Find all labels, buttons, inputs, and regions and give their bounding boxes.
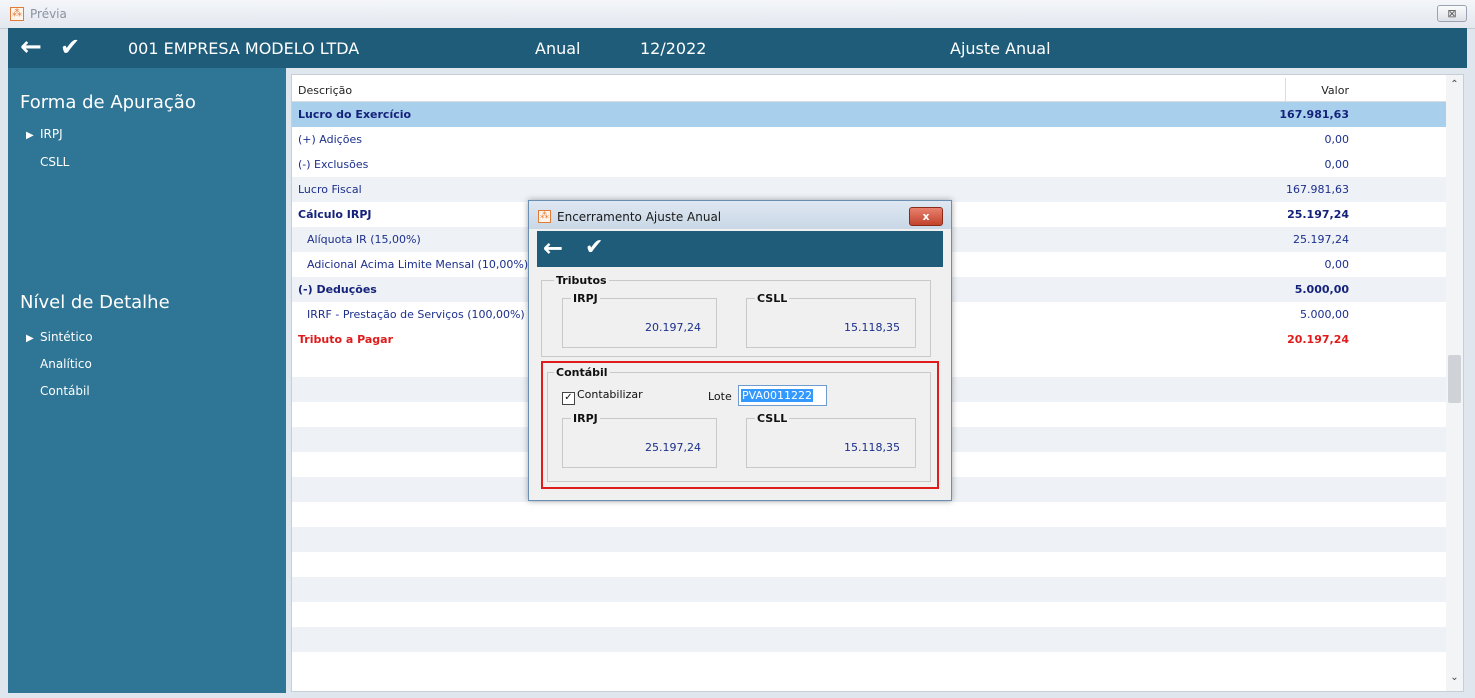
- contabil-irpj-label: IRPJ: [571, 412, 600, 425]
- row-value: 25.197,24: [1293, 233, 1349, 246]
- tributos-irpj-value: 20.197,24: [645, 321, 701, 334]
- encerramento-dialog: ⁂ Encerramento Ajuste Anual x ← ✔ Tribut…: [528, 200, 952, 501]
- triangle-right-icon: ▶: [26, 130, 34, 141]
- tributos-irpj-label: IRPJ: [571, 292, 600, 305]
- sidebar-item-label: CSLL: [40, 155, 70, 169]
- row-description: Cálculo IRPJ: [298, 208, 372, 221]
- contabil-csll-value: 15.118,35: [844, 441, 900, 454]
- row-description: (+) Adições: [298, 133, 362, 146]
- tributos-title: Tributos: [554, 274, 609, 287]
- row-description: Tributo a Pagar: [298, 333, 394, 346]
- row-value: 167.981,63: [1286, 183, 1349, 196]
- confirm-checkmark-icon[interactable]: ✔: [60, 34, 80, 60]
- sidebar-item-irpj[interactable]: ▶ IRPJ: [26, 127, 63, 141]
- dialog-title: Encerramento Ajuste Anual: [557, 210, 722, 224]
- confirm-checkmark-icon[interactable]: ✔: [585, 236, 603, 260]
- row-value: 20.197,24: [1287, 333, 1349, 346]
- row-description: (-) Exclusões: [298, 158, 369, 171]
- row-value: 5.000,00: [1294, 283, 1349, 296]
- row-description: Lucro Fiscal: [298, 183, 362, 196]
- table-row[interactable]: (-) Exclusões 0,00: [292, 152, 1447, 177]
- nivel-detalhe-heading: Nível de Detalhe: [20, 292, 170, 313]
- window-title: Prévia: [30, 7, 67, 21]
- tributos-csll-label: CSLL: [755, 292, 790, 305]
- lote-input-value: PVA0011222: [741, 389, 813, 402]
- dialog-close-button[interactable]: x: [909, 207, 943, 226]
- tributos-irpj-box: IRPJ 20.197,24: [562, 292, 717, 348]
- sidebar-item-contabil[interactable]: Contábil: [40, 384, 90, 398]
- tributos-csll-value: 15.118,35: [844, 321, 900, 334]
- contabilizar-checkbox[interactable]: ✓ Contabilizar: [562, 388, 643, 405]
- sidebar-item-label: Sintético: [40, 330, 93, 344]
- sidebar: Forma de Apuração ▶ IRPJ CSLL Nível de De…: [8, 68, 286, 693]
- row-description: Lucro do Exercício: [298, 108, 412, 121]
- empty-row: [292, 577, 1447, 602]
- contabil-title: Contábil: [554, 366, 610, 379]
- window-close-button[interactable]: ⊠: [1437, 5, 1467, 22]
- row-value: 0,00: [1324, 133, 1350, 146]
- row-description: Adicional Acima Limite Mensal (10,00%): [307, 258, 529, 271]
- back-arrow-icon[interactable]: ←: [20, 34, 42, 60]
- sidebar-item-csll[interactable]: CSLL: [40, 155, 69, 169]
- sidebar-item-label: Analítico: [40, 357, 92, 371]
- sidebar-item-sintetico[interactable]: ▶ Sintético: [26, 330, 93, 344]
- row-value: 0,00: [1324, 258, 1350, 271]
- row-value: 5.000,00: [1300, 308, 1349, 321]
- grid-header: Descrição Valor: [292, 78, 1447, 102]
- row-value: 0,00: [1324, 158, 1350, 171]
- contabil-csll-label: CSLL: [755, 412, 790, 425]
- app-icon: ⁂: [538, 210, 551, 223]
- row-value: 25.197,24: [1287, 208, 1349, 221]
- contabilizar-label: Contabilizar: [577, 388, 643, 401]
- app-icon: ⁂: [10, 7, 24, 21]
- company-name: 001 EMPRESA MODELO LTDA: [128, 39, 360, 58]
- mode-label: Ajuste Anual: [950, 39, 1051, 58]
- window-titlebar: ⁂ Prévia ⊠: [0, 0, 1475, 29]
- vertical-scrollbar[interactable]: ⌃ ⌄: [1446, 74, 1464, 692]
- row-description: IRRF - Prestação de Serviços (100,00%): [307, 308, 525, 321]
- column-header-descricao[interactable]: Descrição: [298, 84, 352, 97]
- sidebar-item-analitico[interactable]: Analítico: [40, 357, 92, 371]
- scrollbar-thumb[interactable]: [1448, 355, 1461, 403]
- back-arrow-icon[interactable]: ←: [543, 236, 563, 260]
- table-row[interactable]: (+) Adições 0,00: [292, 127, 1447, 152]
- dialog-titlebar: ⁂ Encerramento Ajuste Anual x: [529, 201, 951, 229]
- chevron-down-icon[interactable]: ⌄: [1446, 672, 1463, 683]
- main-header: ← ✔ 001 EMPRESA MODELO LTDA Anual 12/202…: [8, 28, 1467, 68]
- row-description: (-) Deduções: [298, 283, 377, 296]
- table-row[interactable]: Lucro do Exercício 167.981,63: [292, 102, 1447, 127]
- sidebar-item-label: IRPJ: [40, 127, 63, 141]
- forma-apuracao-heading: Forma de Apuração: [20, 92, 196, 113]
- chevron-up-icon[interactable]: ⌃: [1446, 79, 1463, 90]
- contabil-irpj-box: IRPJ 25.197,24: [562, 412, 717, 468]
- sidebar-item-label: Contábil: [40, 384, 90, 398]
- column-divider: [1285, 78, 1286, 101]
- row-description: Alíquota IR (15,00%): [307, 233, 421, 246]
- empty-row: [292, 627, 1447, 652]
- checkmark-icon[interactable]: ✓: [562, 392, 575, 405]
- column-header-valor[interactable]: Valor: [1321, 84, 1349, 97]
- lote-label: Lote: [708, 390, 732, 403]
- contabil-irpj-value: 25.197,24: [645, 441, 701, 454]
- empty-row: [292, 527, 1447, 552]
- period-type: Anual: [535, 39, 581, 58]
- tributos-csll-box: CSLL 15.118,35: [746, 292, 916, 348]
- row-value: 167.981,63: [1279, 108, 1349, 121]
- dialog-toolbar: ← ✔: [537, 231, 943, 267]
- triangle-right-icon: ▶: [26, 333, 34, 344]
- lote-input[interactable]: PVA0011222: [738, 385, 827, 406]
- contabil-csll-box: CSLL 15.118,35: [746, 412, 916, 468]
- table-row[interactable]: Lucro Fiscal 167.981,63: [292, 177, 1447, 202]
- period-date: 12/2022: [640, 39, 707, 58]
